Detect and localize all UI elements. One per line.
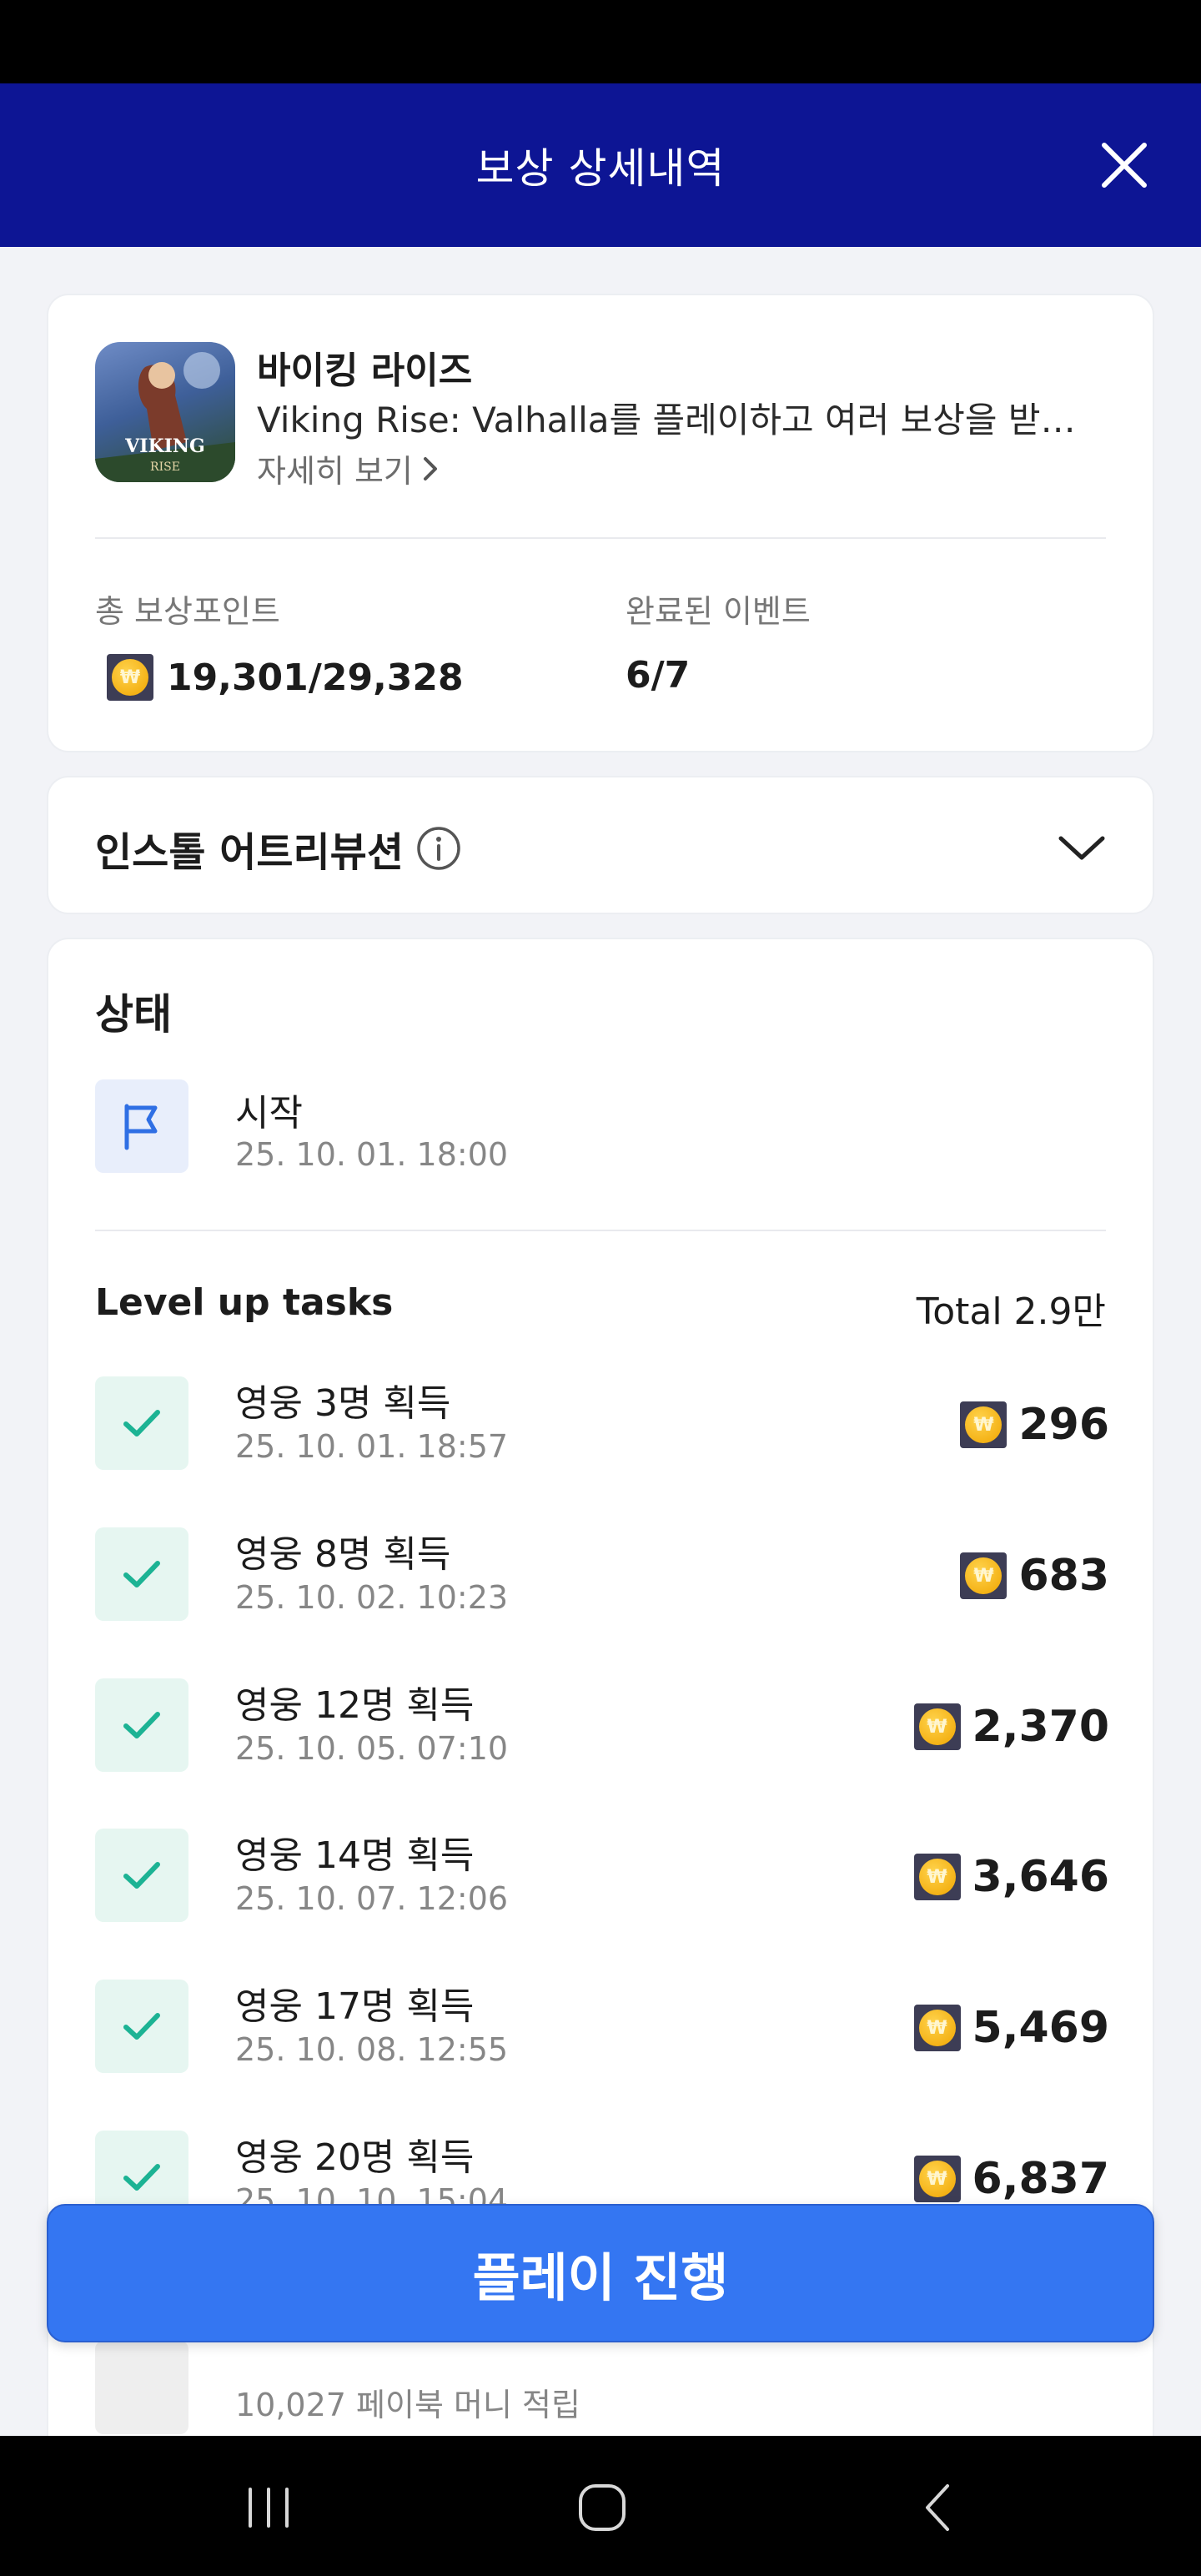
task-row: 영웅 3명 획득 25. 10. 01. 18:57 ₩ 296 xyxy=(95,1376,1109,1477)
task-date: 25. 10. 01. 18:57 xyxy=(235,1428,509,1465)
svg-text:VIKING: VIKING xyxy=(124,435,205,457)
task-complete-indicator xyxy=(95,1980,188,2073)
completed-events-label: 완료된 이벤트 xyxy=(626,593,811,630)
coin-icon: ₩ xyxy=(913,1854,961,1900)
back-icon xyxy=(926,2484,949,2531)
task-date: 25. 10. 02. 10:23 xyxy=(235,1579,509,1616)
task-complete-indicator xyxy=(95,1829,188,1922)
home-button[interactable] xyxy=(552,2468,652,2548)
system-navigation-bar xyxy=(0,2436,1201,2576)
check-icon xyxy=(123,1712,160,1738)
detail-link[interactable]: 자세히 보기 xyxy=(257,445,440,491)
info-icon[interactable] xyxy=(415,825,462,872)
task-date: 25. 10. 07. 12:06 xyxy=(235,1880,509,1917)
task-reward: ₩ 3,646 xyxy=(913,1852,1109,1902)
divider xyxy=(95,1230,1106,1231)
status-bar xyxy=(0,0,1201,83)
check-icon xyxy=(123,2013,160,2040)
install-attribution-title: 인스톨 어트리뷰션 xyxy=(95,819,462,878)
task-title: 영웅 12명 획득 xyxy=(235,1684,475,1727)
install-attribution-card[interactable]: 인스톨 어트리뷰션 xyxy=(47,776,1154,914)
detail-link-label: 자세히 보기 xyxy=(257,453,413,490)
tasks-title: Level up tasks xyxy=(95,1281,394,1324)
task-pending-indicator xyxy=(95,2341,188,2434)
task-complete-indicator xyxy=(95,1678,188,1772)
coin-icon: ₩ xyxy=(960,1552,1008,1599)
coin-icon: ₩ xyxy=(913,1703,961,1750)
task-date: 25. 10. 05. 07:10 xyxy=(235,1730,509,1767)
task-title: 영웅 14명 획득 xyxy=(235,1834,475,1877)
check-icon xyxy=(123,2164,160,2191)
close-button[interactable] xyxy=(1094,135,1154,195)
recent-apps-icon xyxy=(249,2488,289,2528)
svg-text:RISE: RISE xyxy=(150,460,180,474)
task-date: 25. 10. 08. 12:55 xyxy=(235,2031,509,2068)
completed-events-value: 6/7 xyxy=(626,654,691,697)
tasks-total: Total 2.9만 xyxy=(916,1291,1106,1333)
start-label: 시작 xyxy=(235,1092,303,1135)
back-button[interactable] xyxy=(887,2468,987,2548)
pending-reward-note: 10,027 페이북 머니 적립 xyxy=(235,2387,580,2423)
task-title: 영웅 3명 획득 xyxy=(235,1382,451,1425)
task-row: 영웅 12명 획득 25. 10. 05. 07:10 ₩ 2,370 xyxy=(95,1678,1109,1779)
task-title: 영웅 17명 획득 xyxy=(235,1985,475,2028)
coin-icon: ₩ xyxy=(913,2005,961,2051)
play-button[interactable]: 플레이 진행 xyxy=(47,2204,1154,2342)
task-title: 영웅 8명 획득 xyxy=(235,1533,451,1576)
header: 보상 상세내역 xyxy=(0,83,1201,247)
check-icon xyxy=(123,1410,160,1436)
check-icon xyxy=(123,1561,160,1587)
task-reward: ₩ 683 xyxy=(960,1551,1109,1601)
task-complete-indicator xyxy=(95,1376,188,1470)
start-date: 25. 10. 01. 18:00 xyxy=(235,1136,509,1173)
total-points-value: ₩ 19,301/29,328 xyxy=(107,654,464,701)
game-name: 바이킹 라이즈 xyxy=(257,350,473,392)
game-description: Viking Rise: Valhalla를 플레이하고 여러 보상을 받아보세… xyxy=(257,400,1091,440)
task-title: 영웅 20명 획득 xyxy=(235,2136,475,2179)
game-app-icon: VIKING RISE xyxy=(95,342,235,482)
task-reward: ₩ 296 xyxy=(960,1400,1109,1450)
divider xyxy=(95,537,1106,539)
task-complete-indicator xyxy=(95,1527,188,1621)
task-row: 영웅 17명 획득 25. 10. 08. 12:55 ₩ 5,469 xyxy=(95,1980,1109,2080)
game-info-card: VIKING RISE 바이킹 라이즈 Viking Rise: Valhall… xyxy=(47,294,1154,752)
chevron-down-icon xyxy=(1058,836,1105,860)
chevron-right-icon xyxy=(423,456,437,480)
task-row: 영웅 8명 획득 25. 10. 02. 10:23 ₩ 683 xyxy=(95,1527,1109,1628)
check-icon xyxy=(123,1862,160,1889)
total-points-label: 총 보상포인트 xyxy=(95,593,280,630)
expand-button[interactable] xyxy=(1053,819,1111,878)
coin-icon: ₩ xyxy=(107,654,153,701)
coin-icon: ₩ xyxy=(960,1401,1008,1448)
task-reward: ₩ 5,469 xyxy=(913,2003,1109,2053)
task-reward: ₩ 2,370 xyxy=(913,1702,1109,1752)
task-row: 영웅 14명 획득 25. 10. 07. 12:06 ₩ 3,646 xyxy=(95,1829,1109,1929)
home-icon xyxy=(579,2484,626,2531)
status-title: 상태 xyxy=(95,990,172,1039)
close-icon xyxy=(1102,143,1147,188)
page-title: 보상 상세내역 xyxy=(475,144,726,193)
start-status-icon xyxy=(95,1079,188,1173)
recent-apps-button[interactable] xyxy=(219,2468,319,2548)
task-reward: ₩ 6,837 xyxy=(913,2154,1109,2204)
flag-icon xyxy=(124,1104,158,1150)
coin-icon: ₩ xyxy=(913,2156,961,2202)
